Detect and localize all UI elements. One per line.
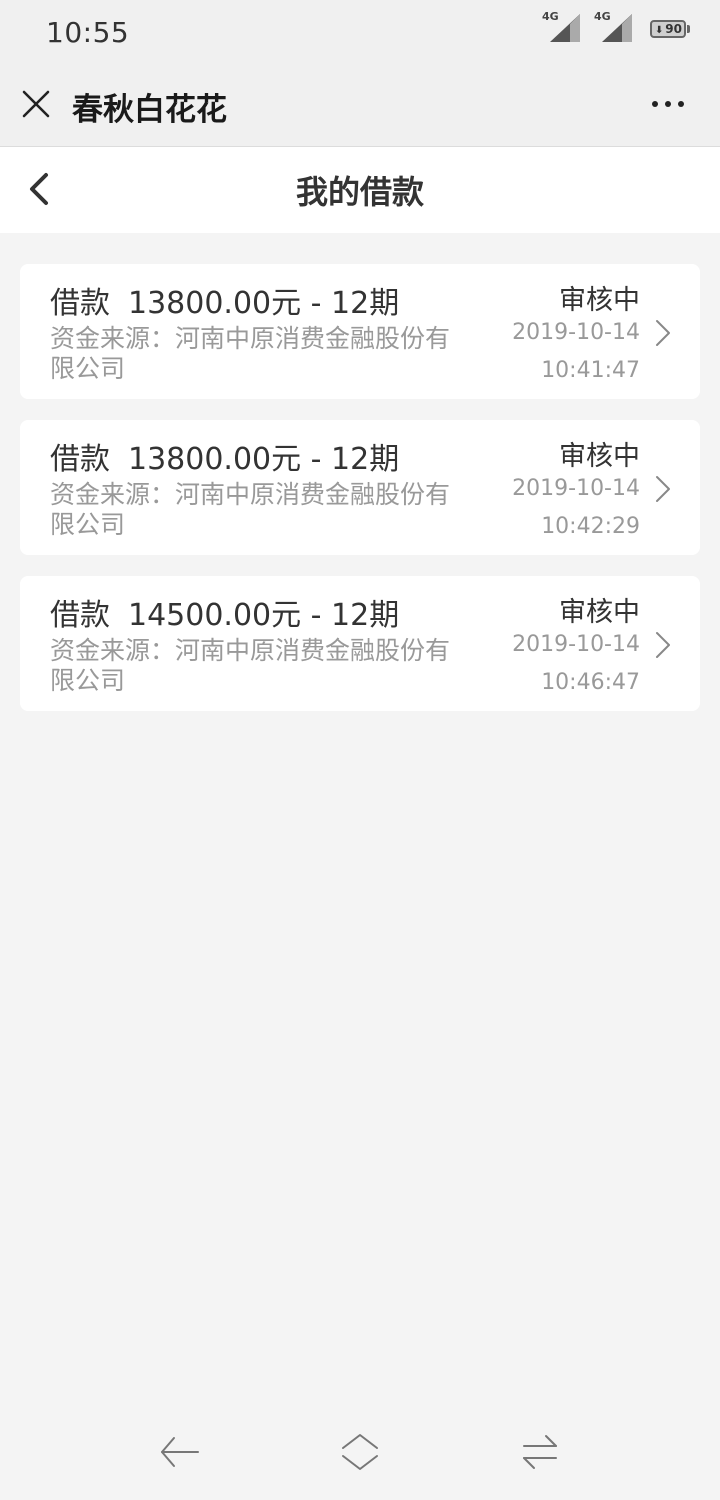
mini-program-title-bar: 春秋白花花 — [0, 68, 720, 146]
more-dots-icon[interactable] — [648, 92, 688, 116]
nav-home-icon[interactable] — [340, 1432, 380, 1472]
system-nav-bar — [0, 1410, 720, 1500]
battery-tip — [687, 25, 690, 33]
loan-heading: 借款 13800.00元 - 12期 — [50, 278, 399, 322]
loan-label: 借款 — [50, 286, 110, 321]
battery-icon: ⬇ 90 — [650, 20, 690, 40]
page-header: 我的借款 — [0, 147, 720, 233]
loan-label: 借款 — [50, 442, 110, 477]
nav-back-icon[interactable] — [160, 1432, 200, 1472]
chevron-right-icon — [654, 474, 672, 504]
loan-date: 2019-10-14 — [512, 476, 640, 501]
close-icon[interactable] — [20, 88, 52, 120]
chevron-right-icon — [654, 318, 672, 348]
loan-amount: 13800.00元 - 12期 — [128, 286, 400, 321]
app-title: 春秋白花花 — [72, 92, 227, 128]
loan-source: 资金来源：河南中原消费金融股份有限公司 — [50, 636, 451, 695]
battery-level: ⬇ 90 — [650, 20, 686, 38]
network-type-label: 4G — [594, 10, 611, 23]
download-icon: ⬇ — [655, 25, 664, 36]
network-type-label: 4G — [542, 10, 559, 23]
loan-amount: 13800.00元 - 12期 — [128, 442, 400, 477]
page-title: 我的借款 — [295, 173, 424, 211]
loan-amount: 14500.00元 - 12期 — [128, 598, 400, 633]
loan-card[interactable]: 借款 13800.00元 - 12期 资金来源：河南中原消费金融股份有限公司 审核… — [20, 420, 700, 555]
loan-status: 审核中 — [559, 285, 640, 316]
status-time: 10:55 — [46, 16, 130, 49]
loan-status: 审核中 — [559, 597, 640, 628]
loan-time: 10:41:47 — [541, 358, 640, 383]
chevron-right-icon — [654, 630, 672, 660]
nav-recents-icon[interactable] — [520, 1432, 560, 1472]
loan-status: 审核中 — [559, 441, 640, 472]
loan-card[interactable]: 借款 13800.00元 - 12期 资金来源：河南中原消费金融股份有限公司 审核… — [20, 264, 700, 399]
loan-heading: 借款 14500.00元 - 12期 — [50, 590, 399, 634]
loan-time: 10:42:29 — [541, 514, 640, 539]
signal-icon: 4G — [594, 10, 636, 44]
signal-icon: 4G — [542, 10, 584, 44]
loan-time: 10:46:47 — [541, 670, 640, 695]
loan-heading: 借款 13800.00元 - 12期 — [50, 434, 399, 478]
loan-date: 2019-10-14 — [512, 320, 640, 345]
loan-card[interactable]: 借款 14500.00元 - 12期 资金来源：河南中原消费金融股份有限公司 审核… — [20, 576, 700, 711]
loan-date: 2019-10-14 — [512, 632, 640, 657]
battery-percent: 90 — [665, 22, 682, 36]
loan-label: 借款 — [50, 598, 110, 633]
status-bar: 10:55 4G 4G ⬇ 90 — [0, 0, 720, 68]
loan-source: 资金来源：河南中原消费金融股份有限公司 — [50, 480, 451, 539]
loan-source: 资金来源：河南中原消费金融股份有限公司 — [50, 324, 451, 383]
loan-list: 借款 13800.00元 - 12期 资金来源：河南中原消费金融股份有限公司 审核… — [20, 264, 700, 732]
